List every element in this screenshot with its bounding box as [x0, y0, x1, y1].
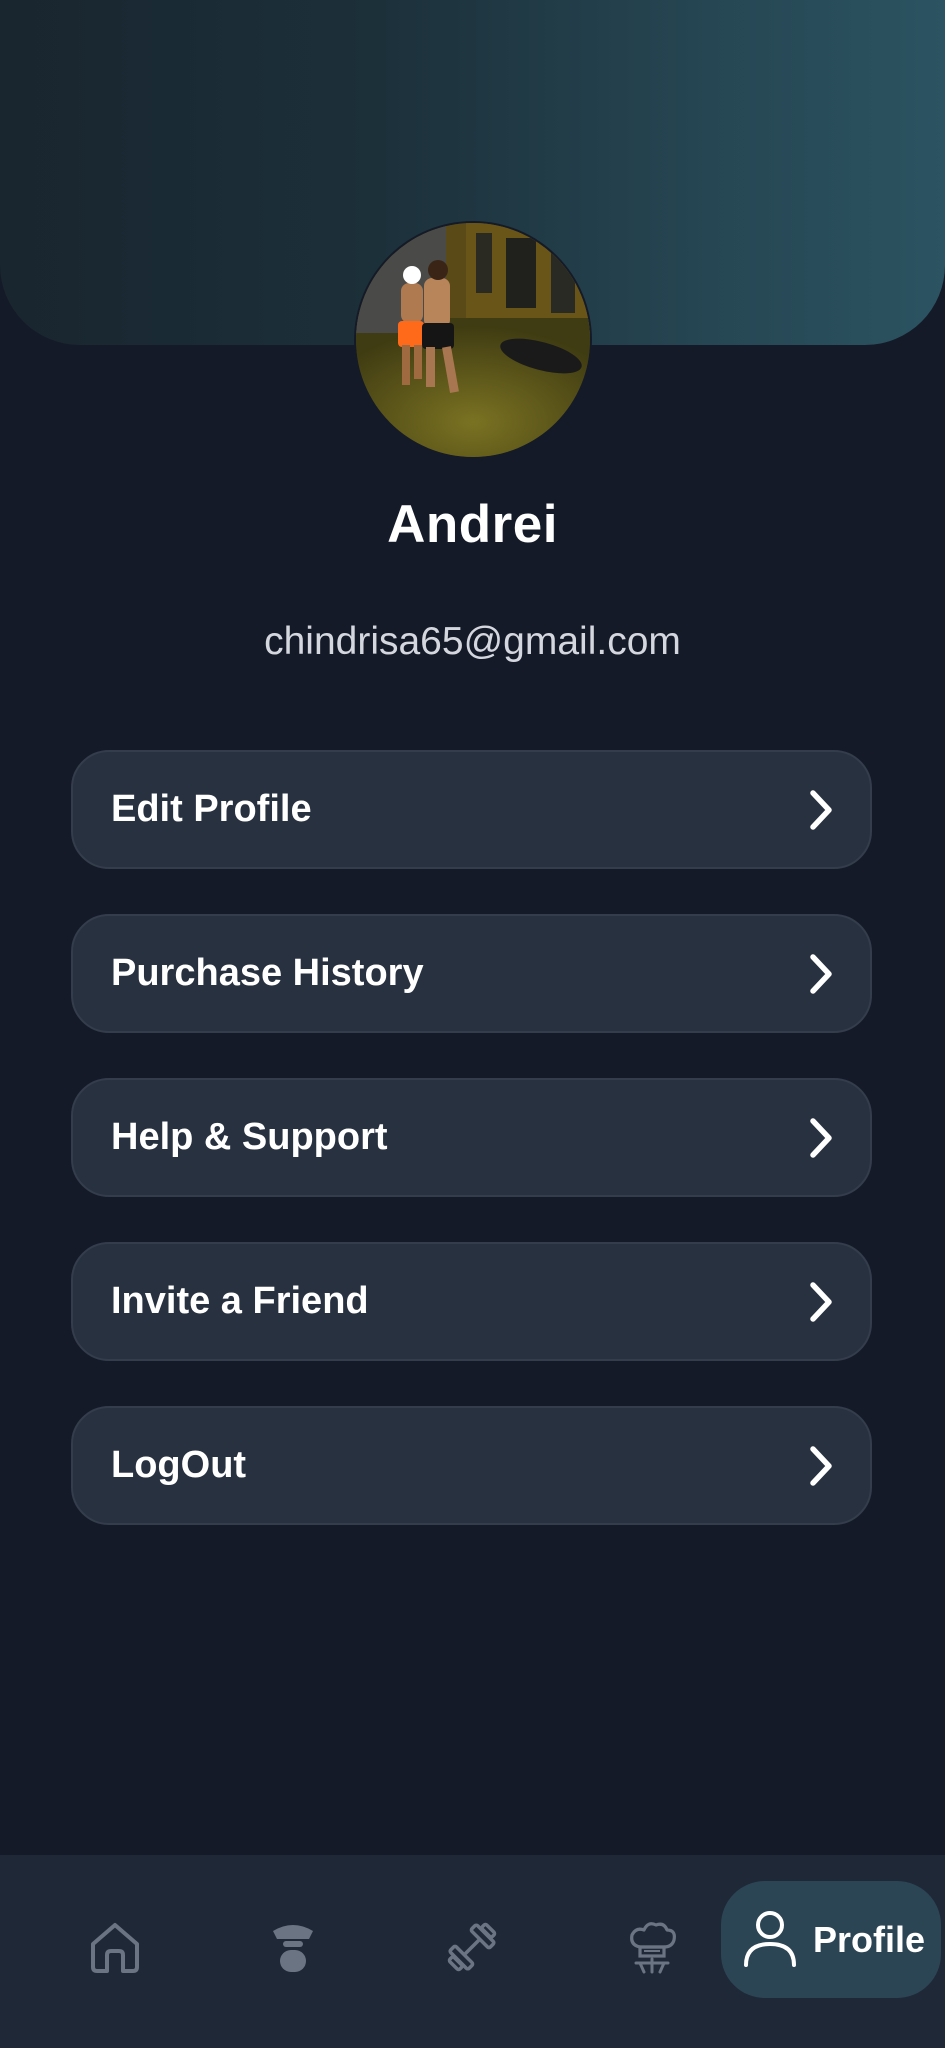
- menu-item-label: Invite a Friend: [111, 1280, 369, 1322]
- nav-profile-label: Profile: [813, 1919, 926, 1960]
- trainer-icon[interactable]: [263, 1917, 323, 1977]
- help-support-button[interactable]: Help & Support: [71, 1078, 872, 1197]
- chevron-right-icon: [810, 1282, 832, 1322]
- user-icon: [744, 1911, 796, 1967]
- edit-profile-button[interactable]: Edit Profile: [71, 750, 872, 869]
- invite-friend-button[interactable]: Invite a Friend: [71, 1242, 872, 1361]
- purchase-history-button[interactable]: Purchase History: [71, 914, 872, 1033]
- logout-button[interactable]: LogOut: [71, 1406, 872, 1525]
- menu-item-label: Purchase History: [111, 952, 424, 994]
- avatar-photo: [356, 223, 590, 457]
- menu-item-label: Help & Support: [111, 1116, 388, 1158]
- nav-profile-tab[interactable]: Profile: [721, 1881, 941, 1998]
- chevron-right-icon: [810, 1118, 832, 1158]
- user-name: Andrei: [387, 495, 558, 554]
- menu-item-label: LogOut: [111, 1444, 247, 1486]
- bottom-nav-bar: Profile: [0, 1855, 945, 2048]
- dumbbell-icon[interactable]: [442, 1917, 502, 1977]
- menu-item-label: Edit Profile: [111, 788, 312, 830]
- chevron-right-icon: [810, 790, 832, 830]
- home-icon[interactable]: [85, 1917, 145, 1977]
- chef-hat-icon[interactable]: [622, 1917, 682, 1977]
- avatar[interactable]: [356, 223, 590, 457]
- chevron-right-icon: [810, 1446, 832, 1486]
- user-email: chindrisa65@gmail.com: [264, 620, 681, 663]
- chevron-right-icon: [810, 954, 832, 994]
